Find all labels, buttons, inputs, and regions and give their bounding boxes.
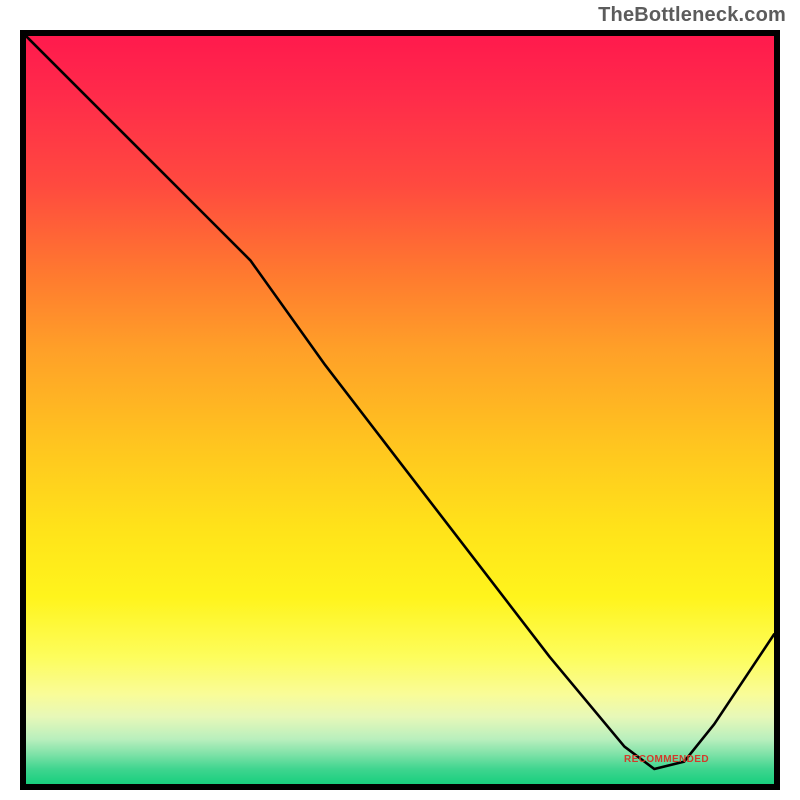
chart-annotation: RECOMMENDED <box>624 754 709 765</box>
chart-area: RECOMMENDED <box>20 30 780 790</box>
watermark-text: TheBottleneck.com <box>598 4 786 27</box>
chart-line <box>26 36 774 784</box>
